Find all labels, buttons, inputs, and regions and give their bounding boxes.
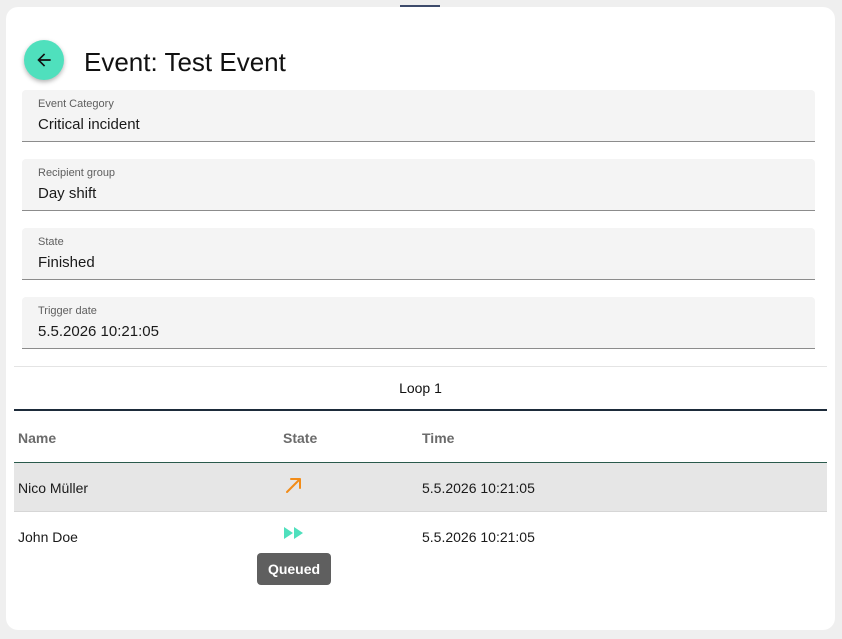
recipient-time: 5.5.2026 10:21:05 [422, 480, 535, 496]
field-value: Day shift [38, 185, 97, 202]
page-title: Event: Test Event [84, 47, 286, 77]
field-label: Trigger date [38, 305, 97, 317]
recipient-name: Nico Müller [18, 480, 89, 496]
field-label: State [38, 236, 64, 248]
state-tooltip: Queued [257, 553, 331, 585]
column-header-time[interactable]: Time [422, 430, 454, 446]
field-label: Recipient group [38, 167, 116, 179]
recipient-name: John Doe [18, 529, 78, 545]
event-category-field[interactable]: Event Category Critical incident [22, 90, 815, 142]
arrow-up-right-icon[interactable] [284, 475, 304, 500]
field-value: Finished [38, 254, 95, 271]
back-button[interactable] [24, 40, 64, 80]
arrow-left-icon [37, 53, 51, 67]
tab-loop-1[interactable]: Loop 1 [14, 367, 827, 411]
field-value: 5.5.2026 10:21:05 [38, 323, 159, 340]
field-label: Event Category [38, 98, 114, 110]
table-row[interactable]: John Doe 5.5.2026 10:21:05 [14, 512, 827, 561]
column-header-state[interactable]: State [283, 430, 317, 446]
recipient-time: 5.5.2026 10:21:05 [422, 529, 535, 545]
trigger-date-field[interactable]: Trigger date 5.5.2026 10:21:05 [22, 297, 815, 349]
table-row[interactable]: Nico Müller 5.5.2026 10:21:05 [14, 463, 827, 512]
fast-forward-icon[interactable] [283, 525, 305, 546]
field-value: Critical incident [38, 116, 140, 133]
recipient-group-field[interactable]: Recipient group Day shift [22, 159, 815, 211]
table-header: Name State Time [14, 413, 827, 463]
column-header-name[interactable]: Name [18, 430, 56, 446]
state-field[interactable]: State Finished [22, 228, 815, 280]
